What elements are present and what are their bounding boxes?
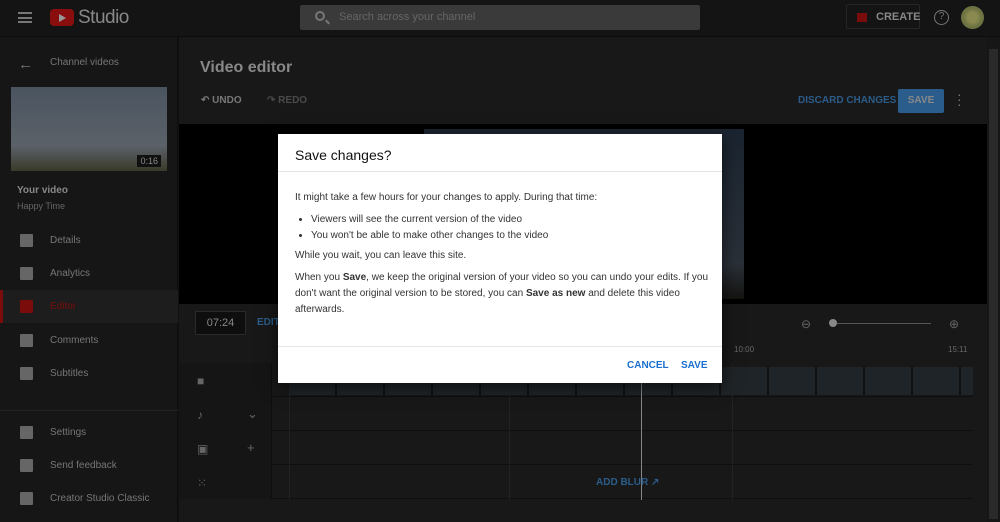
add-blur-button[interactable]: ADD BLUR ↗ [596,477,659,488]
add-blur-label: ADD BLUR [596,477,649,488]
chevron-down-icon[interactable]: ⌄ [247,406,258,422]
dialog-wait-text: While you wait, you can leave this site. [295,250,467,261]
undo-icon: ↶ [201,95,213,106]
search-input[interactable]: Search across your channel [300,5,700,30]
timeline-tick: 15:11 [948,345,968,354]
more-options-icon[interactable]: · · · [957,87,962,111]
app-name: Studio [78,7,129,28]
zoom-handle[interactable] [829,319,837,327]
search-placeholder: Search across your channel [339,11,476,23]
video-camera-icon [857,13,867,22]
classic-icon [20,492,33,505]
sidebar-item-label: Comments [50,335,99,346]
save-changes-dialog: Save changes? It might take a few hours … [278,134,722,383]
zoom-in-icon[interactable]: ⊕ [949,317,959,331]
current-time[interactable]: 07:24 [195,311,246,335]
page-title: Video editor [200,59,293,76]
dialog-intro: It might take a few hours for your chang… [295,192,598,203]
pencil-icon [20,234,33,247]
sidebar: ← Channel videos 0:16 Your video Happy T… [0,37,178,522]
redo-icon: ↷ [267,95,279,106]
divider [0,410,178,411]
zoom-out-icon[interactable]: ⊖ [801,317,811,331]
menu-icon[interactable] [18,12,32,23]
sidebar-item-editor[interactable]: Editor [0,290,178,323]
sidebar-item-label: Editor [50,301,77,312]
redo-button[interactable]: ↷ REDO [267,95,307,106]
your-video-label: Your video [17,185,68,196]
avatar[interactable] [961,6,984,29]
channel-videos-link[interactable]: Channel videos [50,57,119,68]
dialog-title: Save changes? [295,147,392,163]
feedback-icon [20,459,33,472]
blur-grid-icon: ⁙ [197,476,208,490]
grid-line [732,363,733,500]
divider [278,346,722,347]
discard-changes-button[interactable]: DISCARD CHANGES [798,95,896,106]
scrollbar[interactable] [987,37,1000,522]
sidebar-item-comments[interactable]: Comments [0,324,178,357]
list-item: You won't be able to make other changes … [311,228,710,244]
sidebar-item-label: Details [50,235,81,246]
timeline-zoom-slider[interactable]: ⊖ ⊕ [801,317,961,331]
sidebar-item-settings[interactable]: Settings [0,416,178,449]
music-note-icon: ♪ [197,408,203,422]
editor-icon [20,300,33,313]
sidebar-item-label: Creator Studio Classic [50,493,150,504]
video-title: Happy Time [17,201,66,211]
edit-trim-button[interactable]: EDIT [257,317,280,328]
redo-label: REDO [278,95,308,106]
back-arrow-icon[interactable]: ← [18,56,33,73]
timeline-tick: 10:00 [734,345,755,354]
undo-button[interactable]: ↶ UNDO [201,95,242,106]
duration-badge: 0:16 [137,155,161,167]
sidebar-item-label: Subtitles [50,368,89,379]
blur-track: ⁙ [179,465,973,499]
external-link-icon: ↗ [651,477,660,488]
scrollbar-thumb[interactable] [989,49,998,519]
sidebar-item-analytics[interactable]: Analytics [0,257,178,290]
sidebar-item-label: Send feedback [50,460,117,471]
zoom-track [831,323,931,324]
timeline-tracks: ■ ♪ ⌄ ▣ + ⁙ [179,363,973,500]
sidebar-item-subtitles[interactable]: Subtitles [0,357,178,390]
create-label: CREATE [876,11,921,23]
grid-line [509,363,510,500]
undo-label: UNDO [212,95,242,106]
comments-icon [20,334,33,347]
cancel-button[interactable]: CANCEL [627,360,669,371]
video-camera-icon: ■ [197,374,205,388]
youtube-logo-icon[interactable] [50,9,74,26]
dialog-body: It might take a few hours for your chang… [295,190,710,324]
grid-line [289,363,290,500]
end-screen-icon: ▣ [197,442,209,456]
create-button[interactable]: CREATE [846,4,920,29]
sidebar-item-creator-studio-classic[interactable]: Creator Studio Classic [0,482,178,515]
help-icon[interactable]: ? [934,10,949,25]
video-thumbnail[interactable]: 0:16 [11,87,167,171]
add-icon[interactable]: + [247,440,255,455]
analytics-icon [20,267,33,280]
sidebar-item-label: Settings [50,427,87,438]
divider [278,171,722,172]
list-item: Viewers will see the current version of … [311,212,710,228]
sidebar-item-send-feedback[interactable]: Send feedback [0,449,178,482]
confirm-save-button[interactable]: SAVE [681,360,708,371]
end-screen-track: ▣ + [179,431,973,465]
sidebar-item-details[interactable]: Details [0,224,178,257]
top-bar: Studio Search across your channel CREATE… [0,0,1000,37]
subtitles-icon [20,367,33,380]
audio-track: ♪ ⌄ [179,397,973,431]
gear-icon [20,426,33,439]
search-icon [315,11,325,21]
dialog-save-explanation: When you Save, we keep the original vers… [295,272,709,315]
save-button[interactable]: SAVE [898,89,944,113]
sidebar-item-label: Analytics [50,268,91,279]
